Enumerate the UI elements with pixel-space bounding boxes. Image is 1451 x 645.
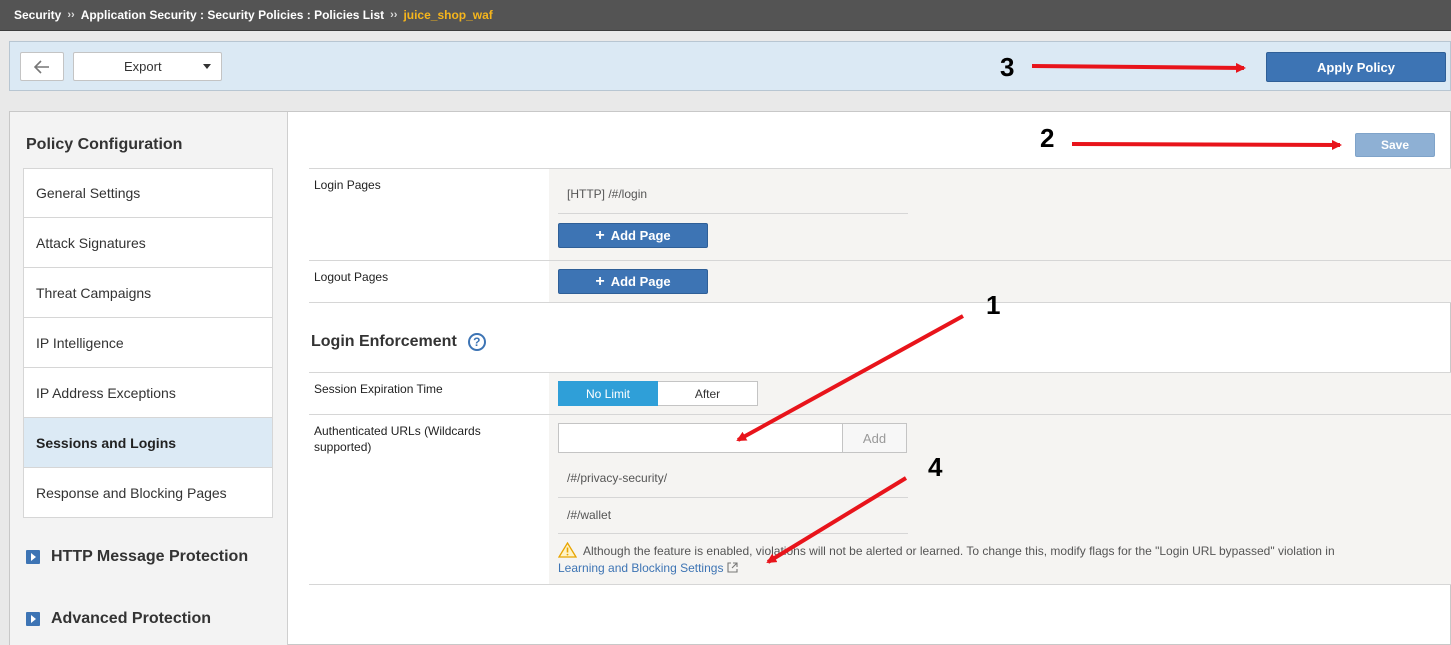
sidebar-item-threat-campaigns[interactable]: Threat Campaigns [23, 268, 273, 318]
add-url-button[interactable]: Add [843, 423, 907, 453]
apply-policy-button[interactable]: Apply Policy [1266, 52, 1446, 82]
session-expiration-row: Session Expiration Time No Limit After [309, 372, 1451, 414]
save-button[interactable]: Save [1355, 133, 1435, 157]
plus-icon: + [595, 226, 605, 244]
authenticated-url-item: /#/wallet [567, 508, 612, 522]
authenticated-urls-row: Authenticated URLs (Wildcards supported)… [309, 414, 1451, 585]
annotation-number-1: 1 [986, 290, 1001, 320]
help-icon[interactable]: ? [467, 333, 486, 351]
option-after[interactable]: After [658, 381, 758, 406]
breadcrumb-current-policy: juice_shop_waf [403, 8, 493, 22]
login-pages-row: Login Pages [HTTP] /#/login + Add Page [309, 168, 1451, 260]
content-area: Save Login Pages [HTTP] /#/login + Add P… [289, 112, 1451, 645]
expand-triangle-icon [26, 612, 40, 626]
sidebar-item-attack-signatures[interactable]: Attack Signatures [23, 218, 273, 268]
sidebar: Policy Configuration General Settings At… [10, 112, 288, 645]
sidebar-item-sessions-and-logins[interactable]: Sessions and Logins [23, 418, 273, 468]
breadcrumb: Security ›› Application Security : Secur… [0, 0, 1451, 31]
login-pages-value: [HTTP] /#/login + Add Page [549, 169, 1451, 260]
add-logout-page-button[interactable]: + Add Page [558, 269, 708, 294]
add-login-page-button[interactable]: + Add Page [558, 223, 708, 248]
arrow-left-icon [34, 59, 49, 74]
session-expiration-value: No Limit After [549, 373, 1451, 414]
add-page-label: Add Page [610, 228, 671, 243]
external-link-icon [727, 562, 739, 573]
authenticated-url-input[interactable] [558, 423, 843, 453]
sidebar-group-label: Advanced Protection [51, 610, 212, 627]
authenticated-urls-value: Add /#/privacy-security/ /#/wallet Altho… [549, 415, 1451, 584]
divider [558, 213, 908, 214]
breadcrumb-separator: ›› [67, 9, 75, 21]
sidebar-item-ip-intelligence[interactable]: IP Intelligence [23, 318, 273, 368]
sidebar-group-http-message-protection[interactable]: HTTP Message Protection [26, 548, 248, 566]
login-pages-label: Login Pages [314, 178, 381, 192]
option-no-limit[interactable]: No Limit [558, 381, 658, 406]
sidebar-item-ip-address-exceptions[interactable]: IP Address Exceptions [23, 368, 273, 418]
sidebar-nav: General Settings Attack Signatures Threa… [23, 168, 273, 518]
caret-down-icon [203, 64, 211, 69]
sidebar-item-general-settings[interactable]: General Settings [23, 168, 273, 218]
login-enforcement-title: Login Enforcement ? [311, 333, 486, 351]
warning-text: Although the feature is enabled, violati… [583, 544, 1335, 558]
sidebar-group-advanced-protection[interactable]: Advanced Protection [26, 610, 211, 628]
session-expiration-toggle: No Limit After [558, 381, 758, 406]
annotation-number-3: 3 [1000, 52, 1015, 82]
export-label: Export [124, 59, 162, 74]
sidebar-title: Policy Configuration [26, 136, 183, 153]
toolbar: Export Apply Policy [9, 41, 1451, 91]
annotation-number-4: 4 [928, 452, 943, 482]
warning-message: Although the feature is enabled, violati… [558, 542, 1438, 577]
logout-pages-label: Logout Pages [314, 270, 389, 284]
authenticated-url-item: /#/privacy-security/ [567, 471, 668, 485]
divider [309, 302, 1451, 303]
sidebar-group-label: HTTP Message Protection [51, 548, 249, 565]
section-title-text: Login Enforcement [311, 333, 457, 350]
breadcrumb-policies-list[interactable]: Application Security : Security Policies… [81, 8, 384, 22]
back-button[interactable] [20, 52, 64, 81]
authenticated-urls-label: Authenticated URLs (Wildcards supported) [314, 424, 481, 454]
plus-icon: + [595, 272, 605, 290]
main-panel: Policy Configuration General Settings At… [9, 111, 1451, 645]
learning-blocking-settings-link[interactable]: Learning and Blocking Settings [558, 561, 739, 575]
expand-triangle-icon [26, 550, 40, 564]
divider [558, 533, 908, 534]
add-page-label: Add Page [610, 274, 671, 289]
warning-icon [558, 542, 577, 558]
session-expiration-label: Session Expiration Time [314, 382, 443, 396]
breadcrumb-security[interactable]: Security [14, 8, 61, 22]
export-dropdown[interactable]: Export [73, 52, 222, 81]
sidebar-item-response-and-blocking-pages[interactable]: Response and Blocking Pages [23, 468, 273, 518]
divider [558, 497, 908, 498]
annotation-number-2: 2 [1040, 123, 1055, 153]
login-page-item: [HTTP] /#/login [567, 187, 648, 201]
breadcrumb-separator: ›› [390, 9, 398, 21]
logout-pages-row: Logout Pages + Add Page [309, 260, 1451, 302]
